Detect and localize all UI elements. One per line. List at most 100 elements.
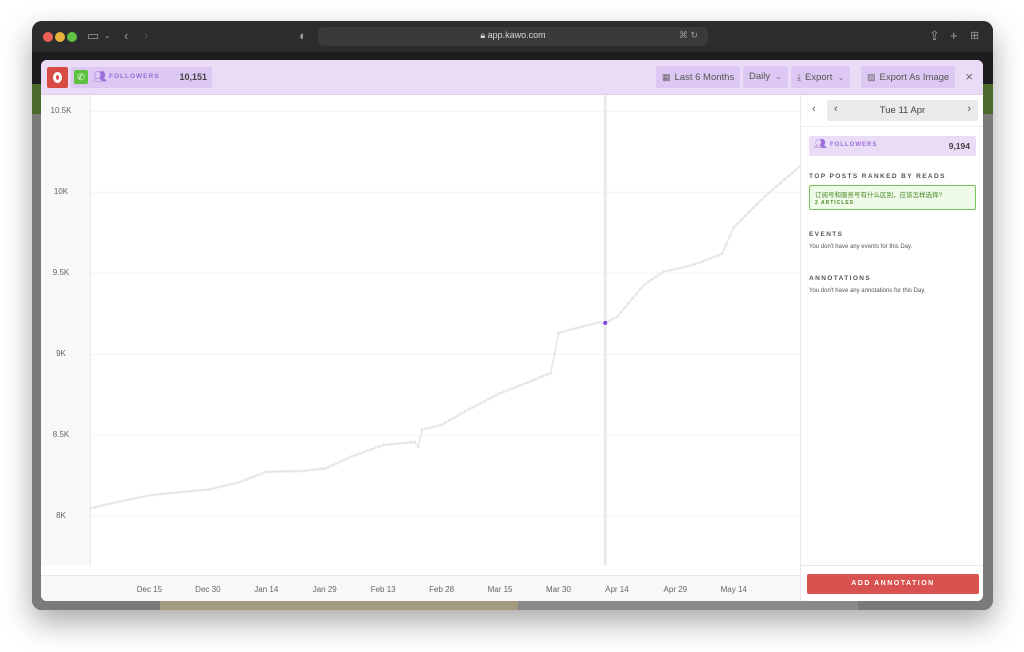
data-point[interactable] bbox=[327, 465, 331, 469]
translate-icon[interactable]: ⌘ bbox=[679, 30, 688, 40]
data-point[interactable] bbox=[502, 390, 506, 394]
data-point[interactable] bbox=[506, 388, 510, 392]
data-point[interactable] bbox=[455, 414, 459, 418]
top-post-card[interactable]: 订阅号和服务号有什么区别，应该怎样选择? 2 ARTICLES bbox=[809, 185, 976, 210]
data-point[interactable] bbox=[108, 502, 112, 506]
address-bar[interactable]: 🔒︎ app.kawo.com ⌘ ↻ bbox=[318, 27, 708, 46]
data-point[interactable] bbox=[155, 493, 159, 496]
data-point[interactable] bbox=[619, 310, 623, 314]
close-window-button[interactable] bbox=[43, 32, 53, 42]
data-point[interactable] bbox=[147, 493, 151, 497]
data-point[interactable] bbox=[276, 470, 280, 474]
data-point[interactable] bbox=[249, 476, 253, 480]
data-point[interactable] bbox=[385, 443, 389, 447]
data-point[interactable] bbox=[537, 376, 541, 380]
data-point[interactable] bbox=[237, 480, 241, 484]
data-point[interactable] bbox=[498, 391, 502, 395]
data-point[interactable] bbox=[428, 426, 432, 430]
data-point[interactable] bbox=[510, 387, 514, 391]
data-point[interactable] bbox=[303, 469, 307, 473]
data-point[interactable] bbox=[716, 253, 720, 257]
data-point[interactable] bbox=[751, 206, 755, 210]
data-point[interactable] bbox=[790, 171, 794, 175]
data-point[interactable] bbox=[280, 469, 284, 473]
data-point[interactable] bbox=[116, 500, 120, 504]
data-point[interactable] bbox=[307, 468, 311, 472]
data-point[interactable] bbox=[440, 423, 444, 427]
data-point[interactable] bbox=[167, 491, 171, 495]
data-point[interactable] bbox=[159, 492, 163, 496]
data-point[interactable] bbox=[405, 441, 409, 445]
zoom-window-button[interactable] bbox=[67, 32, 77, 42]
data-point[interactable] bbox=[354, 453, 358, 457]
export-dropdown[interactable]: ⤓ Export ⌄ bbox=[791, 66, 851, 88]
data-point[interactable] bbox=[416, 445, 420, 449]
data-point[interactable] bbox=[284, 469, 288, 473]
data-point[interactable] bbox=[693, 262, 697, 266]
data-point[interactable] bbox=[755, 202, 759, 206]
data-point[interactable] bbox=[292, 469, 296, 473]
tab-overview-icon[interactable]: ⊞ bbox=[970, 28, 979, 44]
data-point[interactable] bbox=[412, 440, 416, 444]
data-point[interactable] bbox=[136, 496, 140, 500]
followers-chart[interactable]: 8K 8.5K 9K 9.5K 10K 10.5K Dec 15 Dec 30 Jan 14 J… bbox=[41, 95, 800, 601]
chevron-down-icon[interactable]: ⌄ bbox=[104, 28, 111, 44]
chart-plot[interactable] bbox=[41, 95, 800, 575]
data-point[interactable] bbox=[646, 280, 650, 284]
data-point[interactable] bbox=[611, 317, 615, 321]
data-point[interactable] bbox=[697, 261, 701, 265]
data-point[interactable] bbox=[260, 471, 264, 475]
data-point[interactable] bbox=[681, 265, 685, 269]
data-point[interactable] bbox=[218, 485, 222, 489]
data-point[interactable] bbox=[436, 424, 440, 428]
data-point[interactable] bbox=[342, 458, 346, 462]
data-point[interactable] bbox=[163, 492, 167, 496]
data-point[interactable] bbox=[444, 421, 447, 425]
selected-day-cursor[interactable] bbox=[603, 95, 607, 565]
data-point[interactable] bbox=[112, 501, 116, 505]
data-point[interactable] bbox=[408, 440, 412, 444]
data-point[interactable] bbox=[389, 442, 393, 446]
data-point[interactable] bbox=[401, 441, 405, 445]
minimize-window-button[interactable] bbox=[55, 32, 65, 42]
data-point[interactable] bbox=[771, 188, 775, 192]
data-point[interactable] bbox=[264, 470, 268, 474]
data-point[interactable] bbox=[420, 428, 424, 432]
data-point[interactable] bbox=[740, 217, 744, 221]
export-image-button[interactable]: ▨ Export As Image bbox=[861, 66, 956, 88]
close-icon[interactable]: × bbox=[965, 69, 973, 85]
data-point[interactable] bbox=[677, 266, 681, 270]
data-point[interactable] bbox=[432, 425, 436, 429]
data-point[interactable] bbox=[490, 395, 494, 399]
data-point[interactable] bbox=[638, 287, 642, 291]
data-point[interactable] bbox=[732, 225, 736, 229]
data-point[interactable] bbox=[521, 382, 525, 386]
data-point[interactable] bbox=[381, 443, 385, 447]
data-point[interactable] bbox=[685, 264, 689, 268]
data-point[interactable] bbox=[584, 324, 588, 328]
data-point[interactable] bbox=[786, 174, 790, 178]
data-point[interactable] bbox=[482, 399, 486, 403]
data-point[interactable] bbox=[334, 461, 338, 465]
selected-data-point[interactable] bbox=[603, 320, 608, 325]
privacy-shield-icon[interactable]: ◐ bbox=[299, 28, 307, 44]
data-point[interactable] bbox=[194, 489, 198, 493]
data-point[interactable] bbox=[701, 259, 705, 263]
data-point[interactable] bbox=[595, 321, 599, 325]
data-point[interactable] bbox=[245, 477, 249, 481]
data-point[interactable] bbox=[580, 325, 584, 329]
data-point[interactable] bbox=[369, 447, 373, 451]
data-point[interactable] bbox=[669, 268, 673, 272]
data-point[interactable] bbox=[486, 397, 490, 401]
data-point[interactable] bbox=[658, 272, 662, 276]
data-point[interactable] bbox=[518, 384, 522, 388]
data-point[interactable] bbox=[568, 328, 572, 332]
data-point[interactable] bbox=[630, 297, 634, 301]
data-point[interactable] bbox=[299, 469, 303, 473]
data-point[interactable] bbox=[627, 301, 631, 305]
add-annotation-button[interactable]: ADD ANNOTATION bbox=[807, 574, 979, 594]
data-point[interactable] bbox=[673, 267, 677, 271]
data-point[interactable] bbox=[475, 403, 479, 407]
date-range-button[interactable]: ▦ Last 6 Months bbox=[656, 66, 741, 88]
data-point[interactable] bbox=[560, 330, 564, 334]
